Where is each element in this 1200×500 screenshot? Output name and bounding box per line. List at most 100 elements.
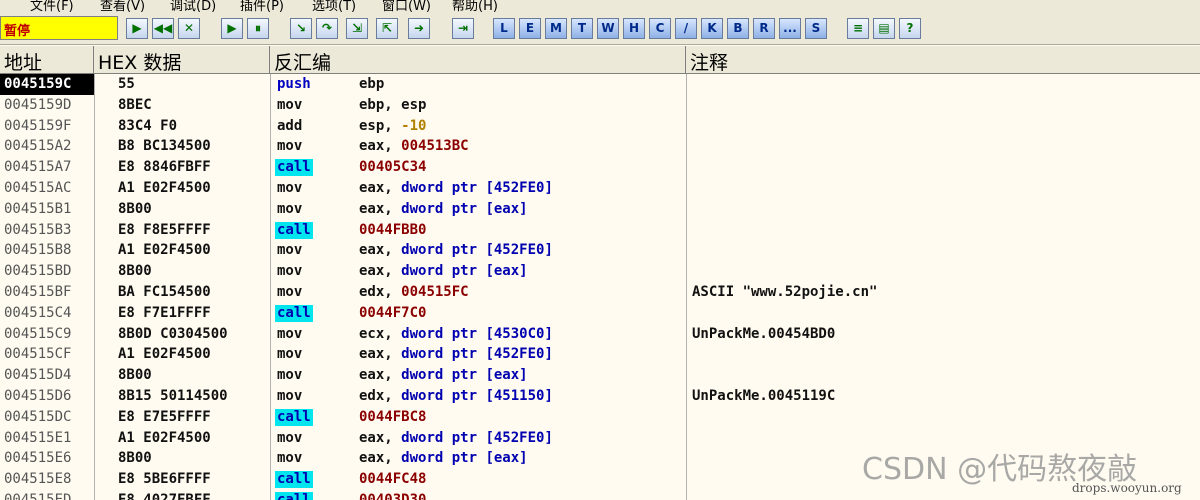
restart-icon[interactable]: ◀◀	[152, 18, 174, 39]
column-address[interactable]: 地址	[0, 46, 94, 74]
operands-cell: edx, 004515FC	[359, 282, 469, 303]
hex-cell: A1 E02F4500	[118, 242, 211, 259]
operand: [452FE0]	[477, 180, 553, 196]
column-comment[interactable]: 注释	[686, 46, 1200, 74]
operand: edx,	[359, 388, 402, 404]
table-row[interactable]: 0045159F 83C4 F0 add esp, -10	[0, 116, 1200, 137]
operands-cell: eax, 004513BC	[359, 136, 469, 157]
menu-item[interactable]: 插件(P)	[240, 0, 284, 12]
hex-cell: B8 BC134500	[118, 138, 211, 155]
hex-cell: E8 4027FBFF	[118, 492, 211, 500]
mnemonic-cell: mov	[277, 284, 303, 300]
open-icon[interactable]: ▶	[126, 18, 148, 39]
mnemonic-cell: mov	[277, 96, 303, 113]
table-row[interactable]: 0045159D 8BEC mov ebp, esp	[0, 95, 1200, 116]
trace-into-icon[interactable]: ⇲	[346, 18, 368, 39]
table-row[interactable]: 004515CF A1 E02F4500 mov eax, dword ptr [45…	[0, 344, 1200, 365]
operands-cell: eax, dword ptr [452FE0]	[359, 344, 553, 365]
operands-cell: 0044F7C0	[359, 303, 426, 324]
address-cell: 004515DC	[4, 408, 72, 425]
column-hex[interactable]: HEX 数据	[94, 46, 270, 74]
table-row[interactable]: 004515A2 B8 BC134500 mov eax, 004513BC	[0, 136, 1200, 157]
mnemonic-cell: call	[275, 492, 313, 500]
operand: 004513BC	[401, 138, 469, 155]
table-row[interactable]: 004515DC E8 E7E5FFFF call 0044FBC8	[0, 407, 1200, 428]
pause-icon[interactable]: ⏸	[247, 18, 269, 39]
hex-cell: 8B00	[118, 450, 152, 467]
table-row[interactable]: 004515BF BA FC154500 mov edx, 004515FC ASCII…	[0, 282, 1200, 303]
hex-cell: E8 8846FBFF	[118, 159, 211, 176]
operands-cell: ebp	[359, 74, 384, 95]
mnemonic-cell: mov	[277, 450, 303, 467]
address-cell: 0045159C	[0, 74, 94, 95]
operand: 0044FBC8	[359, 408, 427, 425]
trace-over-icon[interactable]: ⇱	[376, 18, 398, 39]
menu-item[interactable]: 调试(D)	[170, 0, 216, 12]
watermark-site: drops.wooyun.org	[1072, 481, 1182, 495]
table-row[interactable]: 004515B1 8B00 mov eax, dword ptr [eax]	[0, 199, 1200, 220]
menu-item[interactable]: 查看(V)	[100, 0, 145, 12]
address-cell: 004515A2	[4, 138, 72, 155]
window-button[interactable]: M	[545, 18, 567, 39]
address-cell: 004515B1	[4, 200, 72, 217]
menu-item[interactable]: 窗口(W)	[382, 0, 431, 12]
options-icon[interactable]: ≡	[847, 18, 869, 39]
operand: dword ptr	[401, 367, 478, 384]
window-button[interactable]: R	[753, 18, 775, 39]
run-icon[interactable]: ▶	[221, 18, 243, 39]
table-row[interactable]: 004515B3 E8 F8E5FFFF call 0044FBB0	[0, 220, 1200, 241]
table-row[interactable]: 004515D6 8B15 50114500 mov edx, dword ptr […	[0, 386, 1200, 407]
operand: -10	[401, 117, 427, 134]
disassembly-pane[interactable]: 0045159C 55 push ebp 0045159D 8BEC mov ebp, esp…	[0, 74, 1200, 500]
table-row[interactable]: 004515D4 8B00 mov eax, dword ptr [eax]	[0, 365, 1200, 386]
hex-cell: A1 E02F4500	[118, 180, 211, 196]
window-button[interactable]: C	[649, 18, 671, 39]
window-button[interactable]: ...	[779, 18, 801, 39]
table-row[interactable]: 004515C9 8B0D C0304500 mov ecx, dword ptr […	[0, 324, 1200, 345]
address-cell: 004515C9	[4, 325, 72, 342]
help-icon[interactable]: ?	[899, 18, 921, 39]
operand: eax,	[359, 242, 402, 259]
table-row[interactable]: 004515AC A1 E02F4500 mov eax, dword ptr [45…	[0, 178, 1200, 199]
address-cell: 004515D4	[4, 367, 72, 384]
window-button[interactable]: K	[701, 18, 723, 39]
window-button[interactable]: /	[675, 18, 697, 39]
column-disasm[interactable]: 反汇编	[270, 46, 686, 74]
table-row[interactable]: 004515A7 E8 8846FBFF call 00405C34	[0, 157, 1200, 178]
operand: dword ptr	[401, 263, 478, 280]
window-button[interactable]: B	[727, 18, 749, 39]
address-cell: 004515D6	[4, 388, 72, 404]
comment-cell: UnPackMe.0045119C	[692, 388, 836, 404]
window-button[interactable]: E	[519, 18, 541, 39]
operand: eax,	[359, 450, 402, 467]
table-row[interactable]: 004515ED E8 4027FBFF call 00403D30	[0, 490, 1200, 500]
table-row[interactable]: 004515C4 E8 F7E1FFFF call 0044F7C0	[0, 303, 1200, 324]
goto-icon[interactable]: ⇥	[452, 18, 474, 39]
window-button[interactable]: S	[805, 18, 827, 39]
step-into-icon[interactable]: ↘	[290, 18, 312, 39]
mnemonic-cell: mov	[277, 367, 303, 384]
menu-item[interactable]: 选项(T)	[312, 0, 356, 12]
menu-item[interactable]: 帮助(H)	[452, 0, 498, 12]
operand: 004515FC	[401, 284, 469, 300]
table-row[interactable]: 0045159C 55 push ebp	[0, 74, 1200, 95]
operand: dword ptr	[401, 242, 478, 259]
mnemonic-cell: call	[275, 304, 313, 322]
operand: [4530C0]	[477, 325, 553, 342]
close-icon[interactable]: ✕	[178, 18, 200, 39]
operand: 00405C34	[359, 159, 427, 176]
operand: 0044FBB0	[359, 221, 427, 238]
window-button[interactable]: W	[597, 18, 619, 39]
appearance-icon[interactable]: ▤	[873, 18, 895, 39]
table-row[interactable]: 004515BD 8B00 mov eax, dword ptr [eax]	[0, 261, 1200, 282]
execute-till-return-icon[interactable]: ➜	[408, 18, 430, 39]
menu-bar: 文件(F) 查看(V) 调试(D) 插件(P) 选项(T) 窗口(W) 帮助(H)	[0, 0, 1200, 12]
menu-item[interactable]: 文件(F)	[30, 0, 74, 12]
operands-cell: edx, dword ptr [451150]	[359, 386, 553, 407]
table-row[interactable]: 004515B8 A1 E02F4500 mov eax, dword ptr [45…	[0, 240, 1200, 261]
step-over-icon[interactable]: ↷	[316, 18, 338, 39]
window-button[interactable]: H	[623, 18, 645, 39]
window-button[interactable]: L	[493, 18, 515, 39]
mnemonic-cell: call	[275, 159, 313, 177]
window-button[interactable]: T	[571, 18, 593, 39]
